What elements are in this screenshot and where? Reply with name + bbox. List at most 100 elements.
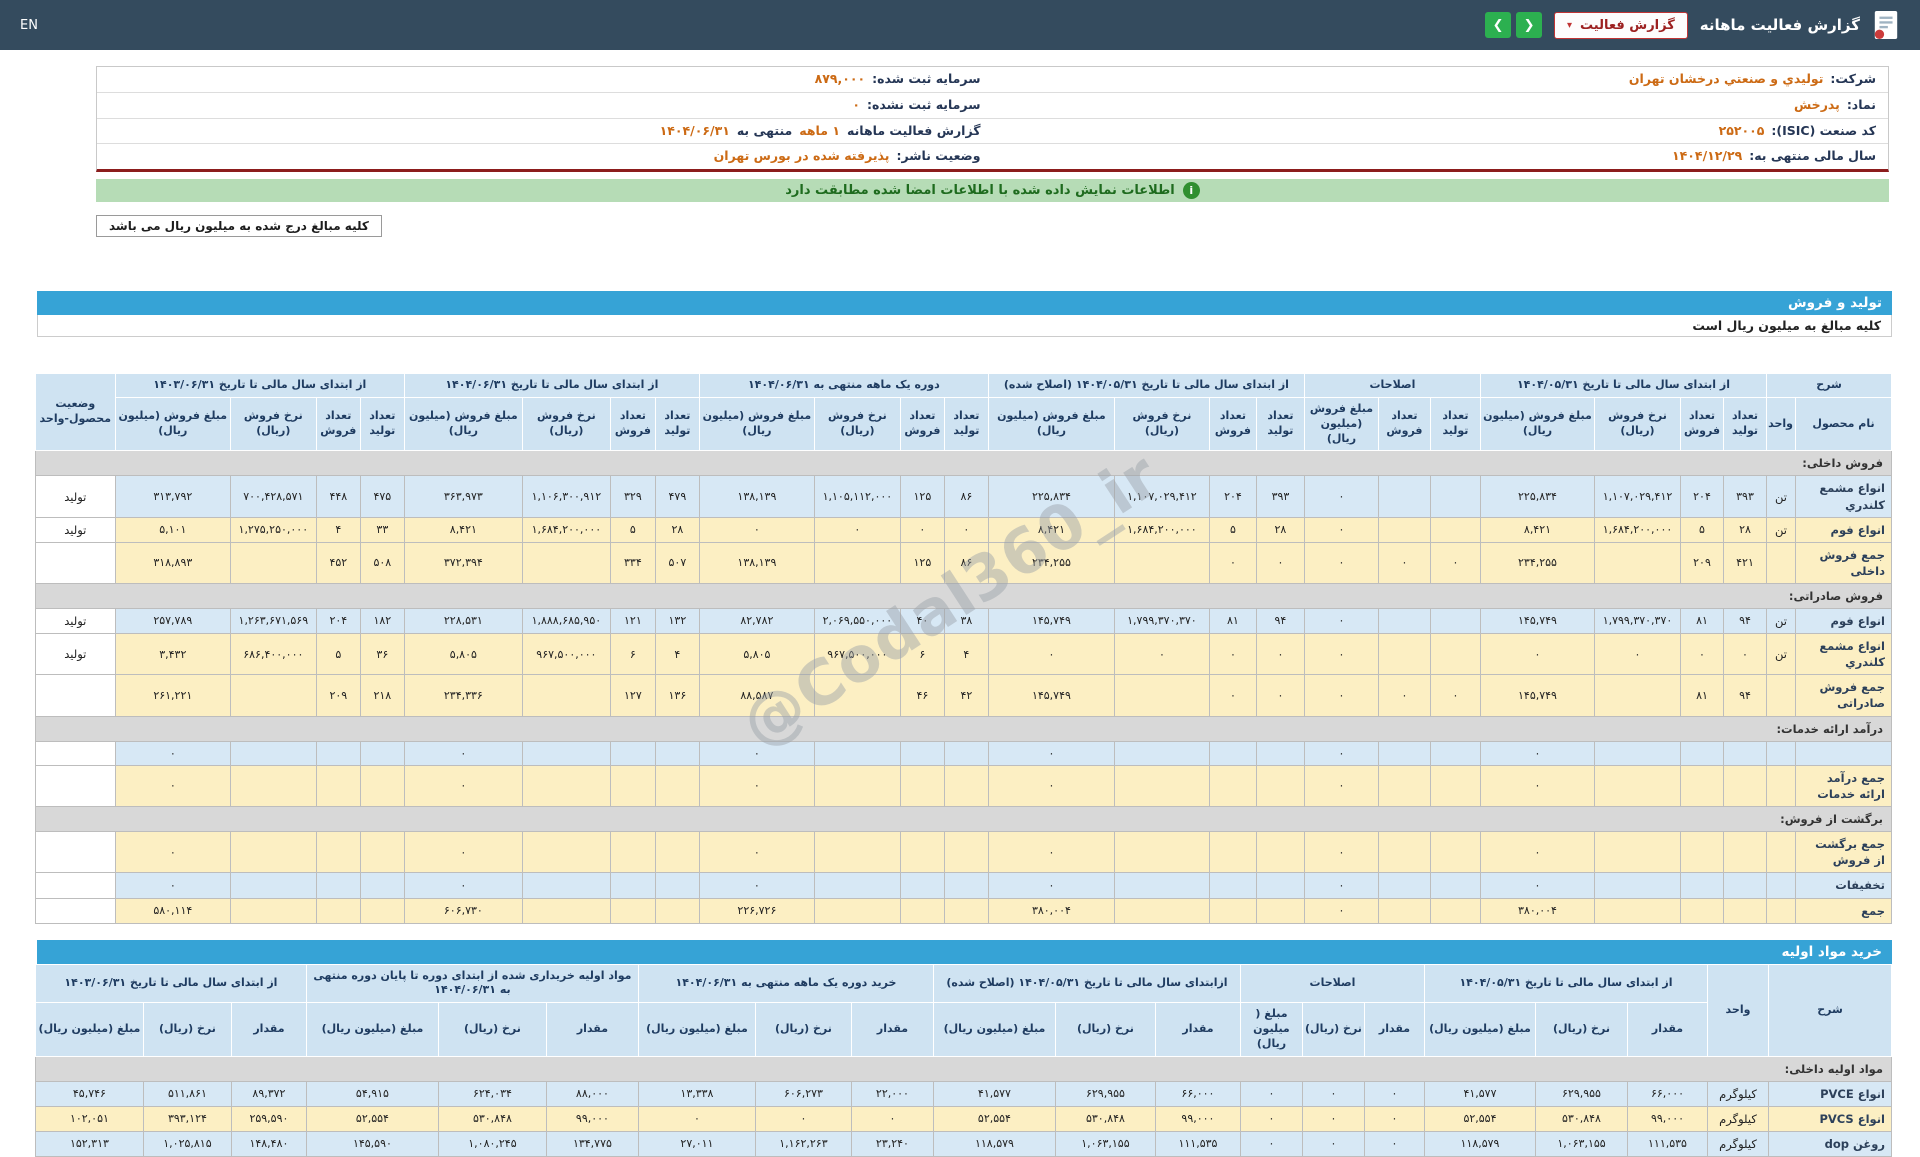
status-cell: [34, 897, 116, 924]
value-cell: ۰: [698, 831, 815, 874]
value-cell: ۳۱۸,۸۹۳: [114, 541, 231, 584]
value-cell: ۰: [1377, 541, 1431, 584]
value-cell: ۴۵۲: [315, 541, 361, 584]
column-header: نرخ فروش (ریال): [521, 396, 611, 452]
value-cell: [1429, 831, 1481, 874]
value-cell: ۶۲۴,۰۳۴: [437, 1080, 547, 1108]
value-cell: [1723, 764, 1767, 808]
value-cell: ۰: [987, 872, 1115, 899]
report-type-dropdown[interactable]: گزارش فعالیت ▾: [1554, 11, 1688, 39]
company-info-row: نماد: پدرخش سرمایه ثبت نشده: ۰: [97, 93, 1888, 119]
value-cell: ۰: [1208, 541, 1257, 584]
column-header: تعداد فروش: [315, 396, 361, 452]
table-row: انواع فوم تن ۹۴ ۸۱ ۱,۷۹۹,۳۷۰,۳۷۰ ۱۴۵,۷۴۹ ۰ ۹۴ ۸۱…: [34, 608, 1892, 635]
value-cell: [521, 674, 611, 717]
value-cell: ۰: [1303, 475, 1379, 518]
next-report-button[interactable]: ❯: [1516, 12, 1543, 38]
value-cell: ۳,۴۳۲: [114, 633, 231, 676]
value-cell: ۱,۲۶۳,۶۷۱,۵۶۹: [229, 608, 317, 635]
column-group-header: از ابتدای سال مالی تا تاریخ ۱۴۰۴/۰۶/۳۱: [403, 373, 700, 398]
column-header: نرخ (ریال): [437, 1002, 547, 1057]
value-cell: ۲۶۱,۲۲۱: [114, 674, 231, 717]
value-cell: [1377, 608, 1431, 635]
value-cell: ۰: [987, 633, 1115, 676]
product-name-cell: انواع مشمع کلندري: [1795, 633, 1892, 676]
value-cell: [1594, 740, 1681, 766]
value-cell: ۸۱: [1680, 608, 1724, 635]
value-cell: ۴۵,۷۴۶: [34, 1080, 144, 1108]
column-group-header: از ابتدای سال مالی تا تاریخ ۱۴۰۴/۰۵/۳۱ (…: [987, 373, 1305, 398]
value-cell: ۸۱: [1680, 674, 1724, 717]
desc-column-header: شرح: [1768, 963, 1892, 1057]
value-cell: [1377, 872, 1431, 899]
field-value: پذیرفته شده در بورس تهران: [713, 148, 890, 164]
column-header: نرخ (ریال): [754, 1002, 852, 1057]
value-cell: ۹۹,۰۰۰: [1627, 1106, 1708, 1133]
language-toggle-en[interactable]: EN: [20, 18, 38, 33]
prev-report-button[interactable]: ❮: [1485, 12, 1512, 38]
value-cell: [1723, 831, 1767, 874]
column-header: مقدار: [1154, 1002, 1241, 1057]
section-row: مواد اولیه داخلی:: [34, 1055, 1893, 1082]
value-cell: ۱۳۸,۱۳۹: [698, 475, 815, 518]
value-cell: ۵: [609, 516, 656, 543]
table-row: جمع فروش داخلی ۴۲۱ ۲۰۹ ۲۳۴,۲۵۵ ۰ ۰ ۰ ۰ ۰ ۲۳۴,۲۵۵ ۸…: [34, 541, 1892, 584]
value-cell: ۲۳۴,۲۵۵: [1479, 541, 1596, 584]
value-cell: ۴: [654, 633, 700, 676]
value-cell: [1377, 516, 1431, 543]
table-row: تخفیفات ۰ ۰ ۰ ۰ ۰ ۰: [34, 872, 1892, 899]
value-cell: ۰: [1303, 897, 1379, 924]
column-header: مبلغ فروش (میلیون ریال): [987, 396, 1115, 452]
value-cell: ۶۶,۰۰۰: [1627, 1080, 1708, 1108]
value-cell: ۰: [1723, 633, 1767, 676]
value-cell: ۶: [899, 633, 945, 676]
value-cell: ۱۲۷: [609, 674, 656, 717]
table-row: جمع درآمد ارائه خدمات ۰ ۰ ۰ ۰ ۰ ۰: [34, 764, 1892, 808]
value-cell: ۵۰۷: [654, 541, 700, 584]
value-cell: [229, 764, 317, 808]
value-cell: ۵۳۰,۸۴۸: [437, 1106, 547, 1133]
table-row: انواع مشمع کلندري تن ۳۹۳ ۲۰۴ ۱,۱۰۷,۰۲۹,۴۱۲ ۲۲…: [34, 475, 1892, 518]
value-cell: ۱,۷۹۹,۳۷۰,۳۷۰: [1113, 608, 1210, 635]
table-row: ۰ ۰ ۰ ۰ ۰ ۰: [34, 740, 1892, 766]
raw-materials-table: شرح واحد از ابتدای سال مالی تا تاریخ ۱۴۰۴/…: [34, 963, 1893, 1157]
field-label: سرمایه ثبت نشده:: [866, 96, 981, 112]
value-cell: ۰: [1255, 674, 1305, 717]
value-cell: ۰: [813, 516, 901, 543]
value-cell: ۲۲۸,۵۳۱: [403, 608, 523, 635]
value-cell: ۰: [1303, 633, 1379, 676]
report-icon-button[interactable]: [1872, 9, 1900, 41]
field-value: ۱ ماهه: [799, 122, 840, 138]
value-cell: ۰: [403, 872, 523, 899]
product-name-cell: انواع PVCS: [1768, 1106, 1892, 1133]
info-icon: i: [1182, 182, 1200, 199]
value-cell: [1680, 897, 1724, 924]
value-cell: ۲۲۵,۸۳۴: [987, 475, 1115, 518]
value-cell: [1255, 831, 1305, 874]
value-cell: ۴۴۸: [315, 475, 361, 518]
value-cell: [609, 740, 656, 766]
value-cell: ۰: [1208, 674, 1257, 717]
product-name-cell: انواع PVCE: [1768, 1080, 1892, 1108]
value-cell: [943, 872, 989, 899]
unit-cell: [1766, 674, 1796, 717]
value-cell: ۹۶۷,۵۰۰,۰۰۰: [813, 633, 901, 676]
topbar-main: گزارش فعالیت ماهانه گزارش فعالیت ▾ ❮ ❯: [1485, 9, 1900, 41]
value-cell: ۱۱۸,۵۷۹: [1423, 1131, 1537, 1157]
column-header: تعداد فروش: [1377, 396, 1431, 452]
value-cell: [1680, 872, 1724, 899]
signed-data-text: اطلاعات نمایش داده شده با اطلاعات امضا ش…: [785, 183, 1175, 198]
product-name-cell: تخفیفات: [1795, 872, 1892, 899]
value-cell: [654, 872, 700, 899]
value-cell: ۰: [403, 831, 523, 874]
report-icon: [1874, 11, 1898, 39]
column-header: تعداد فروش: [1680, 396, 1724, 452]
value-cell: ۹۶۷,۵۰۰,۰۰۰: [521, 633, 611, 676]
table-row: انواع PVCS کیلوگرم ۹۹,۰۰۰ ۵۳۰,۸۴۸ ۵۲,۵۵۴ ۰ ۰ ۰ ۹…: [34, 1106, 1892, 1133]
value-cell: ۰: [403, 764, 523, 808]
column-header: مقدار: [230, 1002, 307, 1057]
topbar: گزارش فعالیت ماهانه گزارش فعالیت ▾ ❮ ❯ E…: [0, 0, 1920, 50]
value-cell: ۱۳۶: [654, 674, 700, 717]
column-header: تعداد فروش: [899, 396, 945, 452]
